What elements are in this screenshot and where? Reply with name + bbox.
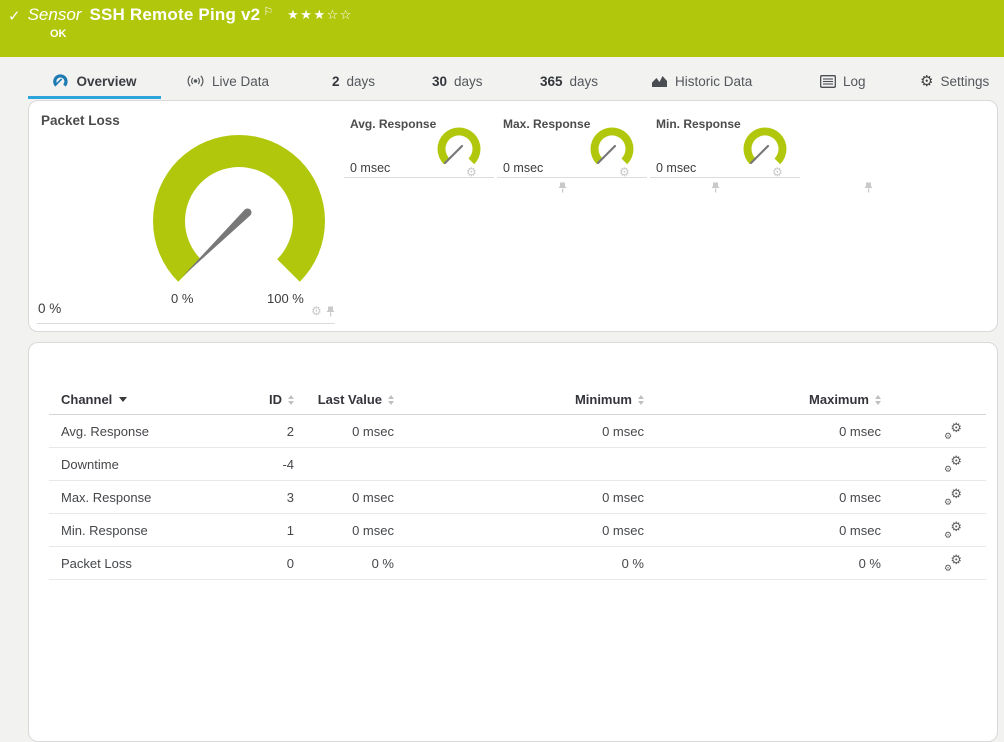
id-cell: 3 [286,489,294,505]
gauge-needle [749,144,770,165]
tab-overview[interactable]: Overview [28,66,161,99]
tab-30-days[interactable]: 30 days [432,66,483,96]
stars-filled[interactable]: ★★★ [287,7,326,22]
column-header-last-value[interactable]: Last Value [294,392,394,407]
tab-historic-data[interactable]: Historic Data [651,66,752,96]
last-value-cell: 0 % [371,555,394,571]
packet-loss-gauge [153,134,325,282]
small-gauge-block: Avg. Response 0 msec ⚙ [344,111,567,193]
id-cell: 1 [286,522,294,538]
pin-icon[interactable] [711,182,720,193]
column-header-minimum[interactable]: Minimum [394,392,644,407]
table-header-row: Channel ID Last Value Minimum Maximum [49,385,986,415]
table-row: Avg. Response 2 0 msec 0 msec 0 msec ⚙ ⚙ [49,415,986,448]
object-kind-label: Sensor [27,5,82,24]
primary-gauge-title: Packet Loss [41,113,120,128]
tab-2-days[interactable]: 2 days [332,66,375,96]
gauge-needle-hub [243,208,252,217]
chart-icon [651,74,668,88]
ok-check-icon: ✓ [8,8,21,25]
pin-icon[interactable] [864,182,873,193]
column-header-maximum[interactable]: Maximum [644,392,881,407]
pin-icon[interactable] [558,182,567,193]
small-gauge [743,127,787,165]
gauge-arc [153,134,325,282]
tab-settings[interactable]: ⚙ Settings [920,66,989,96]
table-row: Min. Response 1 0 msec 0 msec 0 msec ⚙ ⚙ [49,514,986,547]
priority-stars[interactable]: ★★★☆☆ [287,7,353,23]
gauge-icon [52,73,69,89]
channels-table: Channel ID Last Value Minimum Maximum Av… [49,385,986,580]
small-gauge-block: Min. Response 0 msec ⚙ [650,111,873,193]
last-value-cell: 0 msec [352,489,394,505]
sensor-title: SSH Remote Ping v2 [89,5,261,24]
live-icon [186,74,205,88]
id-cell: 0 [286,555,294,571]
small-gauge [590,127,634,165]
tab-bar: Overview Live Data 2 days 30 days 365 da… [0,66,1004,100]
divider [650,177,800,178]
channel-cell[interactable]: Packet Loss [49,556,224,571]
table-row: Packet Loss 0 0 % 0 % 0 % ⚙ ⚙ [49,547,986,580]
gauge-needle [596,144,617,165]
pin-icon[interactable] [326,306,335,317]
channel-settings-gears-icon[interactable]: ⚙ ⚙ [944,487,962,507]
flag-icon[interactable]: ⚐ [263,5,273,18]
column-header-channel[interactable]: Channel [49,392,224,407]
channel-settings-gears-icon[interactable]: ⚙ ⚙ [944,553,962,573]
stars-empty[interactable]: ☆☆ [327,7,353,22]
tab-365-days[interactable]: 365 days [540,66,598,96]
channel-settings-gears-icon[interactable]: ⚙ ⚙ [944,520,962,540]
id-cell: -4 [282,456,294,472]
sort-desc-icon [119,397,128,402]
maximum-cell: 0 msec [839,522,881,538]
log-icon [820,74,836,88]
maximum-cell: 0 msec [839,489,881,505]
last-value-cell: 0 msec [352,522,394,538]
gear-icon: ⚙ [920,72,934,90]
last-value-cell: 0 msec [352,423,394,439]
divider [37,323,335,324]
tab-live-data[interactable]: Live Data [186,66,269,96]
status-badge: OK [50,28,67,40]
minimum-cell: 0 msec [602,522,644,538]
small-gauge-block: Max. Response 0 msec ⚙ [497,111,720,193]
table-row: Downtime -4 ⚙ ⚙ [49,448,986,481]
table-row: Max. Response 3 0 msec 0 msec 0 msec ⚙ ⚙ [49,481,986,514]
sensor-status-header: ✓ Sensor SSH Remote Ping v2 ⚐ ★★★☆☆ OK [0,0,1004,57]
tab-log[interactable]: Log [820,66,866,96]
gauges-panel: Packet Loss 0 % 100 % 0 % ⚙ Avg. Respons… [28,100,998,332]
gauge-needle [182,209,251,277]
maximum-cell: 0 % [858,555,881,571]
small-gauge [437,127,481,165]
id-cell: 2 [286,423,294,439]
maximum-cell: 0 msec [839,423,881,439]
minimum-cell: 0 msec [602,423,644,439]
divider [497,177,647,178]
primary-gauge-value: 0 % [38,301,62,316]
channel-cell[interactable]: Downtime [49,457,224,472]
channel-settings-gears-icon[interactable]: ⚙ ⚙ [944,421,962,441]
gauge-needle [443,144,464,165]
gauge-scale-min: 0 % [171,291,194,306]
gauge-settings-icon[interactable]: ⚙ [311,305,322,317]
channel-cell[interactable]: Avg. Response [49,424,224,439]
channel-cell[interactable]: Min. Response [49,523,224,538]
sort-icon [875,394,881,405]
channel-settings-gears-icon[interactable]: ⚙ ⚙ [944,454,962,474]
column-header-id[interactable]: ID [224,392,294,407]
minimum-cell: 0 % [621,555,644,571]
divider [344,177,494,178]
minimum-cell: 0 msec [602,489,644,505]
gauge-scale-max: 100 % [267,291,304,306]
channels-panel: Channel ID Last Value Minimum Maximum Av… [28,342,998,742]
channel-cell[interactable]: Max. Response [49,490,224,505]
gauge-toolbar: ⚙ [311,305,335,317]
